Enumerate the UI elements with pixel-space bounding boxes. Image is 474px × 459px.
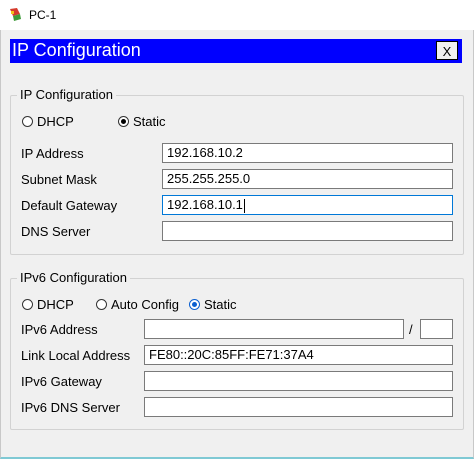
link-local-address-label: Link Local Address: [21, 348, 131, 363]
dialog-title: IP Configuration: [12, 40, 141, 60]
window-title-bar: PC-1: [0, 0, 474, 30]
link-local-address-input[interactable]: FE80::20C:85FF:FE71:37A4: [144, 345, 453, 365]
default-gateway-input[interactable]: 192.168.10.1: [162, 195, 453, 215]
radio-unchecked-icon: [96, 299, 107, 310]
dialog-header: IP Configuration X: [10, 39, 462, 63]
text-caret: [243, 198, 245, 213]
ipv6-address-input[interactable]: [144, 319, 404, 339]
ipv6-prefix-input[interactable]: [420, 319, 453, 339]
ipv6-static-label: Static: [204, 297, 237, 312]
ipv4-static-radio[interactable]: Static: [118, 114, 166, 129]
subnet-mask-input[interactable]: 255.255.255.0: [162, 169, 453, 189]
ipv4-static-label: Static: [133, 114, 166, 129]
ipv6-dhcp-radio[interactable]: DHCP: [22, 297, 74, 312]
ipv6-gateway-input[interactable]: [144, 371, 453, 391]
ipv6-static-radio[interactable]: Static: [189, 297, 237, 312]
default-gateway-label: Default Gateway: [21, 198, 118, 213]
ip-address-input[interactable]: 192.168.10.2: [162, 143, 453, 163]
prefix-separator: /: [409, 322, 413, 337]
ipv4-dhcp-label: DHCP: [37, 114, 74, 129]
radio-checked-icon: [189, 299, 200, 310]
dns-server-label: DNS Server: [21, 224, 91, 239]
window-title: PC-1: [29, 8, 57, 22]
radio-unchecked-icon: [22, 116, 33, 127]
subnet-mask-label: Subnet Mask: [21, 172, 97, 187]
dns-server-input[interactable]: [162, 221, 453, 241]
ipv6-address-label: IPv6 Address: [21, 322, 98, 337]
ipv6-dns-server-label: IPv6 DNS Server: [21, 400, 120, 415]
packet-tracer-pc-icon: [10, 8, 21, 21]
ip-address-label: IP Address: [21, 146, 84, 161]
ipv6-dhcp-label: DHCP: [37, 297, 74, 312]
ipv6-auto-config-label: Auto Config: [111, 297, 179, 312]
ipv6-group-legend: IPv6 Configuration: [17, 270, 130, 285]
radio-checked-icon: [118, 116, 129, 127]
ipv6-auto-config-radio[interactable]: Auto Config: [96, 297, 179, 312]
ipv4-group-legend: IP Configuration: [17, 87, 116, 102]
ipv6-dns-server-input[interactable]: [144, 397, 453, 417]
close-button[interactable]: X: [436, 41, 458, 60]
ipv4-dhcp-radio[interactable]: DHCP: [22, 114, 74, 129]
radio-unchecked-icon: [22, 299, 33, 310]
default-gateway-value: 192.168.10.1: [167, 197, 243, 212]
ipv6-gateway-label: IPv6 Gateway: [21, 374, 102, 389]
